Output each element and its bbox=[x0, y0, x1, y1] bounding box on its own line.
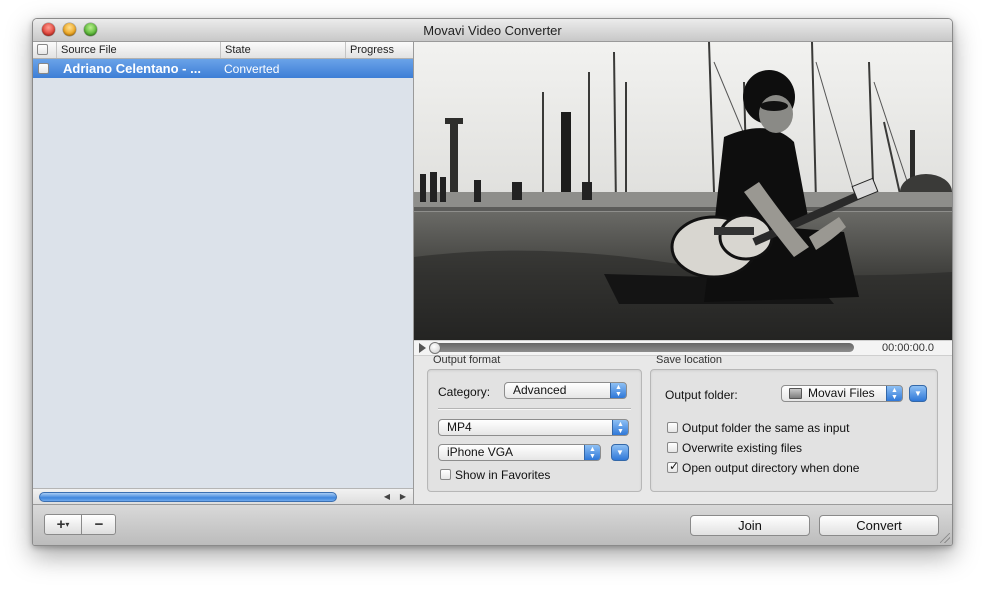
format-value: MP4 bbox=[447, 420, 472, 434]
show-in-favorites-label: Show in Favorites bbox=[455, 468, 551, 482]
window-title: Movavi Video Converter bbox=[423, 23, 562, 38]
resize-grip-icon[interactable] bbox=[940, 533, 950, 543]
remove-file-button[interactable]: − bbox=[82, 515, 115, 534]
play-icon[interactable] bbox=[419, 343, 426, 353]
video-preview bbox=[414, 42, 952, 340]
video-frame-image bbox=[414, 42, 952, 340]
horizontal-scrollbar[interactable]: ◀ ▶ bbox=[33, 488, 413, 505]
preset-select[interactable]: iPhone VGA ▲ ▼ bbox=[438, 444, 601, 461]
playback-time: 00:00:00.0 bbox=[882, 342, 934, 354]
open-output-dir-checkbox[interactable] bbox=[667, 459, 679, 473]
header-select-all[interactable] bbox=[33, 42, 57, 58]
join-button[interactable]: Join bbox=[690, 515, 810, 536]
column-header-state[interactable]: State bbox=[221, 42, 346, 58]
divider bbox=[438, 408, 631, 410]
preset-options-button[interactable]: ▼ bbox=[611, 444, 629, 461]
category-value: Advanced bbox=[513, 383, 567, 397]
preset-stepper-icon: ▲ ▼ bbox=[584, 445, 600, 460]
save-location-label: Save location bbox=[656, 354, 723, 366]
format-select[interactable]: MP4 ▲ ▼ bbox=[438, 419, 629, 436]
show-in-favorites-option[interactable]: Show in Favorites bbox=[440, 468, 550, 482]
folder-icon bbox=[789, 388, 802, 399]
category-label: Category: bbox=[438, 385, 491, 399]
minus-icon: − bbox=[94, 516, 104, 533]
scroll-right-icon[interactable]: ▶ bbox=[396, 491, 410, 503]
output-folder-value: Movavi Files bbox=[808, 386, 875, 400]
same-as-input-label: Output folder the same as input bbox=[682, 421, 850, 435]
seek-knob[interactable] bbox=[429, 342, 441, 354]
save-location-group: Output folder: Movavi Files ▲ ▼ ▼ Output … bbox=[650, 369, 938, 492]
option-overwrite-files[interactable]: Overwrite existing files bbox=[667, 441, 802, 455]
output-format-label: Output format bbox=[433, 354, 501, 366]
show-in-favorites-checkbox[interactable] bbox=[440, 469, 451, 480]
format-stepper-icon: ▲ ▼ bbox=[612, 420, 628, 435]
title-bar: Movavi Video Converter bbox=[33, 19, 952, 42]
overwrite-files-label: Overwrite existing files bbox=[682, 441, 803, 455]
convert-button[interactable]: Convert bbox=[819, 515, 939, 536]
column-header-progress[interactable]: Progress bbox=[346, 42, 413, 58]
bottom-toolbar: +▾ − Join Convert bbox=[33, 504, 952, 545]
seek-track[interactable] bbox=[429, 343, 854, 352]
add-remove-control: +▾ − bbox=[44, 514, 116, 535]
output-folder-select[interactable]: Movavi Files ▲ ▼ bbox=[781, 385, 903, 402]
table-row[interactable]: Adriano Celentano - ... Converted bbox=[33, 59, 413, 78]
output-folder-options-button[interactable]: ▼ bbox=[909, 385, 927, 402]
option-open-output-dir[interactable]: Open output directory when done bbox=[667, 459, 860, 475]
app-window: Movavi Video Converter Source File State… bbox=[32, 18, 953, 546]
row-state: Converted bbox=[224, 62, 280, 76]
scroll-left-icon[interactable]: ◀ bbox=[380, 491, 394, 503]
add-file-button[interactable]: +▾ bbox=[45, 515, 82, 534]
file-list-pane: Source File State Progress Adriano Celen… bbox=[33, 42, 414, 505]
output-format-group: Category: Advanced ▲ ▼ MP4 ▲ ▼ iPhone VGA … bbox=[427, 369, 642, 492]
row-checkbox[interactable] bbox=[38, 63, 49, 74]
dropdown-arrow-icon: ▼ bbox=[616, 448, 624, 457]
open-output-dir-label: Open output directory when done bbox=[682, 461, 860, 475]
select-all-checkbox[interactable] bbox=[37, 44, 48, 55]
output-folder-stepper-icon: ▲ ▼ bbox=[886, 386, 902, 401]
column-header-source-file[interactable]: Source File bbox=[57, 42, 221, 58]
chevron-down-icon: ▾ bbox=[65, 520, 70, 529]
preset-value: iPhone VGA bbox=[447, 445, 514, 459]
overwrite-files-checkbox[interactable] bbox=[667, 442, 678, 453]
category-select[interactable]: Advanced ▲ ▼ bbox=[504, 382, 627, 399]
dropdown-arrow-icon: ▼ bbox=[914, 389, 922, 398]
scrollbar-thumb[interactable] bbox=[39, 492, 337, 502]
output-folder-label: Output folder: bbox=[665, 388, 738, 402]
same-as-input-checkbox[interactable] bbox=[667, 422, 678, 433]
category-stepper-icon: ▲ ▼ bbox=[610, 383, 626, 398]
option-same-as-input[interactable]: Output folder the same as input bbox=[667, 421, 849, 435]
row-source-file: Adriano Celentano - ... bbox=[63, 61, 201, 76]
file-list-header: Source File State Progress bbox=[33, 42, 413, 59]
